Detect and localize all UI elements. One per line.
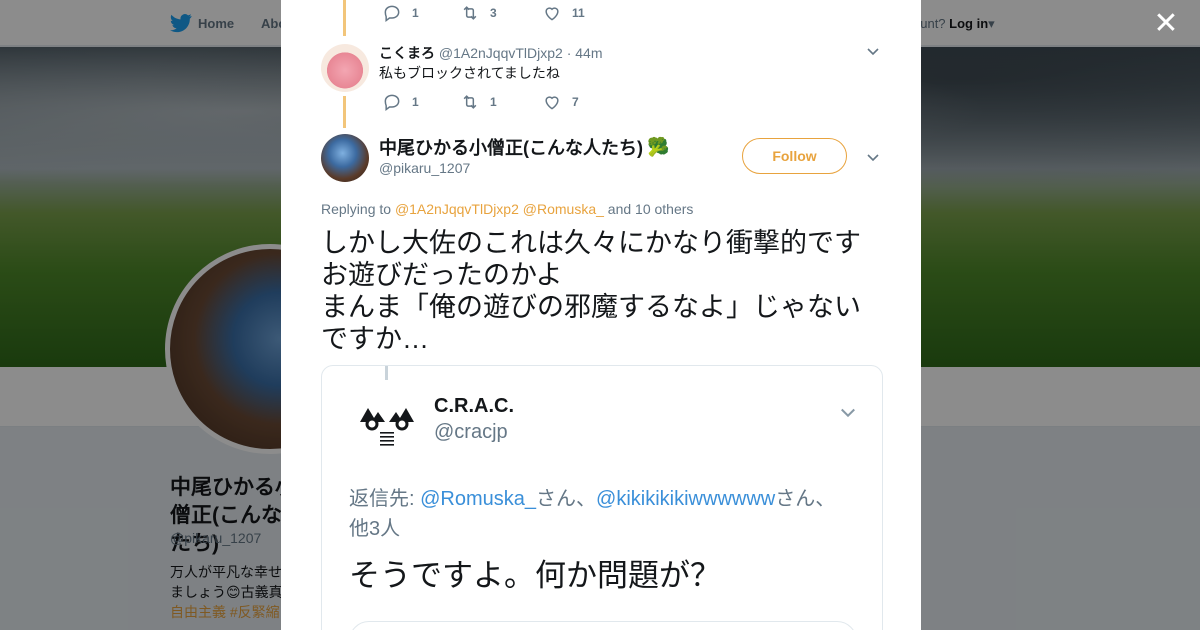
follow-button[interactable]: Follow — [742, 138, 847, 174]
reply-icon — [384, 94, 400, 111]
tweet-text-line: お遊びだったのかよ — [321, 260, 563, 290]
reply-avatar[interactable] — [321, 44, 369, 92]
heart-icon — [545, 7, 559, 21]
retweet-count: 3 — [490, 6, 497, 20]
replying-to: Replying to @1A2nJqqvTlDjxp2 @Romuska_ a… — [321, 201, 693, 217]
tweet-author-handle[interactable]: @pikaru_1207 — [379, 160, 470, 176]
like-action[interactable]: 11 — [542, 3, 585, 23]
reply-count: 1 — [412, 95, 419, 109]
thread-connector-top — [343, 0, 346, 36]
reply-action[interactable]: 1 — [382, 92, 460, 112]
crac-logo — [360, 408, 414, 448]
reply-time[interactable]: · 44m — [567, 45, 603, 61]
retweet-action[interactable]: 1 — [460, 92, 542, 112]
tweet-text-line: ですか… — [321, 324, 429, 354]
retweet-icon — [463, 6, 477, 20]
heart-icon — [545, 96, 559, 110]
reply-author-handle[interactable]: @1A2nJqqvTlDjxp2 — [439, 45, 563, 61]
quoted-text: そうですよ。何か問題が？ — [349, 558, 721, 593]
retweet-action[interactable]: 3 — [460, 3, 542, 23]
quoted-mention: @kikikikikiwwwwww — [596, 488, 776, 510]
reply-text: 私もブロックされてましたね — [379, 65, 560, 81]
broccoli-emoji-icon: 🥦 — [647, 136, 670, 157]
author-name-text: 中尾ひかる小僧正(こんな人たち) — [379, 138, 643, 158]
reply-icon — [384, 5, 400, 22]
chevron-down-icon[interactable] — [865, 149, 881, 165]
replying-prefix: Replying to — [321, 201, 392, 217]
chevron-down-icon — [841, 408, 855, 418]
like-count: 7 — [572, 95, 579, 109]
reply-author-name[interactable]: こくまろ — [379, 45, 435, 61]
retweet-count: 1 — [490, 95, 497, 109]
quoted-reply-prefix: 返信先: — [349, 488, 421, 510]
quoted-mention: @Romuska_ — [420, 488, 537, 510]
reply-count: 1 — [412, 6, 419, 20]
quoted-thread-line — [385, 366, 388, 380]
quoted-author-handle: @cracjp — [434, 421, 508, 443]
reply-action[interactable]: 1 — [382, 3, 460, 23]
like-action[interactable]: 7 — [542, 92, 579, 112]
quoted-reply-mid: さん、 — [536, 488, 597, 510]
tweet-text-line: まんま「俺の遊びの邪魔するなよ」じゃない — [321, 292, 861, 322]
like-count: 11 — [572, 6, 585, 20]
close-icon[interactable]: ✕ — [1150, 8, 1182, 40]
tweet-text: しかし大佐のこれは久々にかなり衝撃的です お遊びだったのかよ まんま「俺の遊びの… — [321, 227, 891, 355]
reply-header: こくまろ @1A2nJqqvTlDjxp2 · 44m — [379, 43, 603, 63]
tweet-media-image[interactable]: C.R.A.C. @cracjp 返信先: @Romuska_さん、@kikik… — [321, 365, 883, 630]
mention-link[interactable]: @1A2nJqqvTlDjxp2 — [395, 201, 519, 217]
tweet-text-line: しかし大佐のこれは久々にかなり衝撃的です — [321, 228, 861, 258]
tweet-modal: 1 3 11 こくまろ @1A2nJqqvTlDjxp2 · 44m 私もブロッ… — [281, 0, 921, 630]
quoted-bottom-box — [349, 621, 857, 630]
mention-link[interactable]: @Romuska_ — [523, 201, 604, 217]
quoted-author-name: C.R.A.C. — [434, 395, 514, 417]
tweet-author-avatar[interactable] — [321, 134, 369, 182]
replying-suffix[interactable]: and 10 others — [608, 201, 694, 217]
retweet-icon — [463, 95, 477, 109]
reply-tweet-actions: 1 1 7 — [382, 92, 579, 112]
thread-connector-mid — [343, 96, 346, 128]
prev-tweet-actions: 1 3 11 — [382, 3, 585, 23]
quoted-replying-to: 返信先: @Romuska_さん、@kikikikikiwwwwwwさん、他3人 — [349, 484, 849, 544]
chevron-down-icon[interactable] — [865, 43, 881, 59]
tweet-author-name[interactable]: 中尾ひかる小僧正(こんな人たち) 🥦 — [379, 134, 669, 160]
